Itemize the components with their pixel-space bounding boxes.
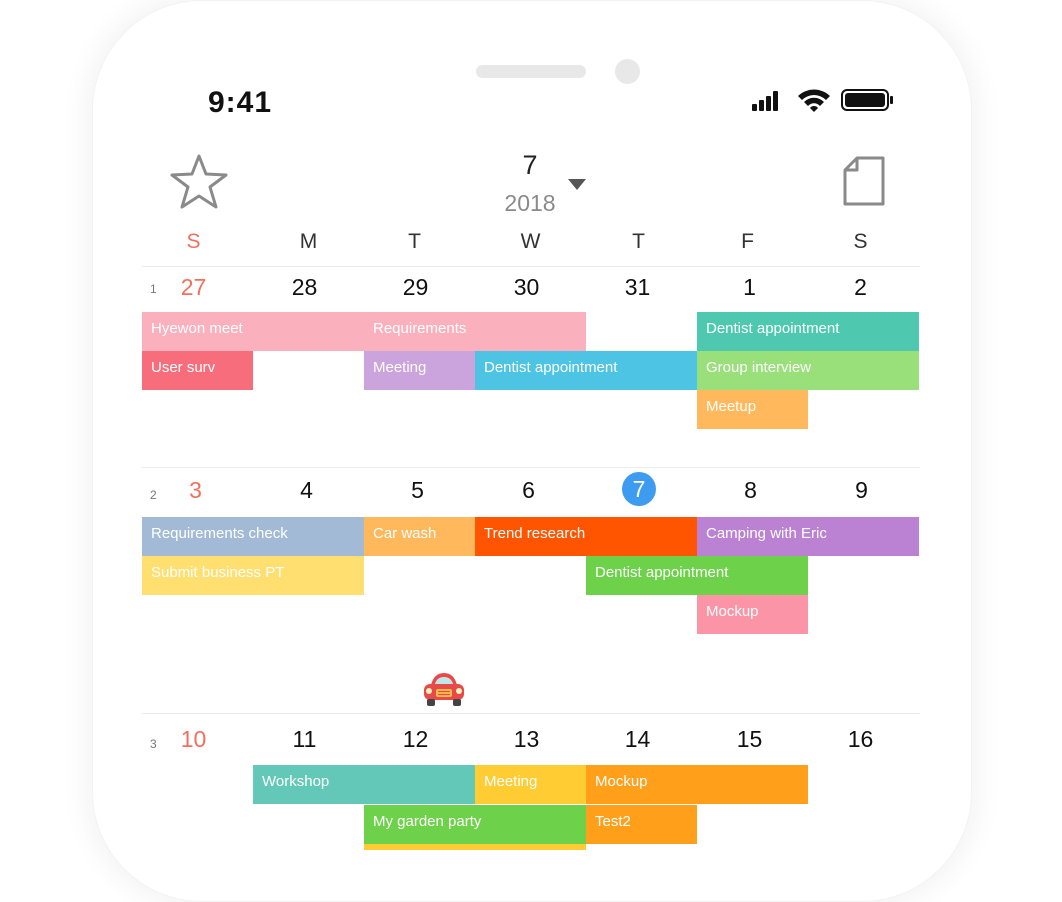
today-marker[interactable]: 7 <box>622 472 656 506</box>
document-icon[interactable] <box>843 156 885 206</box>
week-divider <box>142 467 920 468</box>
weekday-friday: F <box>741 230 754 253</box>
date-cell[interactable]: 15 <box>694 726 805 753</box>
event-my-garden-party[interactable]: My garden party <box>364 805 586 844</box>
week-divider <box>142 266 920 267</box>
weekday-tuesday: T <box>408 230 421 253</box>
wifi-icon <box>798 89 830 112</box>
date-cell[interactable]: 8 <box>695 477 806 504</box>
status-time: 9:41 <box>208 86 273 119</box>
battery-icon <box>841 89 893 111</box>
weekday-sunday: S <box>186 230 201 253</box>
status-icons <box>752 89 893 112</box>
date-cell[interactable]: 12 <box>360 726 471 753</box>
date-cell[interactable]: 4 <box>251 477 362 504</box>
event-mockup[interactable]: Mockup <box>697 595 808 634</box>
caret-down-icon[interactable] <box>566 176 588 192</box>
date-cell[interactable]: 5 <box>362 477 473 504</box>
date-cell[interactable]: 9 <box>806 477 917 504</box>
star-icon[interactable] <box>170 153 228 211</box>
event-hyewon-meet[interactable]: Hyewon meet <box>142 312 364 351</box>
car-icon <box>424 673 464 706</box>
event-requirements-check[interactable]: Requirements check <box>142 517 364 556</box>
week-divider <box>142 713 920 714</box>
event-workshop[interactable]: Workshop <box>253 765 475 804</box>
month-label[interactable]: 7 <box>500 150 560 181</box>
event-mockup[interactable]: Mockup <box>586 765 808 804</box>
date-cell[interactable]: 31 <box>582 274 693 301</box>
date-cell[interactable]: 27 <box>138 274 249 301</box>
event-user-survey[interactable]: User surv <box>142 351 253 390</box>
event-dentist-appointment[interactable]: Dentist appointment <box>586 556 808 595</box>
signal-icon <box>752 91 778 111</box>
year-label[interactable]: 2018 <box>490 190 570 217</box>
date-cell[interactable]: 16 <box>805 726 916 753</box>
event-trend-research[interactable]: Trend research <box>475 517 697 556</box>
date-cell[interactable]: 14 <box>582 726 693 753</box>
phone-speaker <box>476 65 586 78</box>
phone-camera <box>615 59 640 84</box>
date-cell[interactable]: 11 <box>249 726 360 753</box>
weekday-saturday: S <box>853 230 868 253</box>
event-group-interview[interactable]: Group interview <box>697 351 919 390</box>
date-cell[interactable]: 28 <box>249 274 360 301</box>
date-cell[interactable]: 30 <box>471 274 582 301</box>
event-dentist-appointment[interactable]: Dentist appointment <box>697 312 919 351</box>
event-test2[interactable]: Test2 <box>586 805 697 844</box>
date-cell[interactable]: 10 <box>138 726 249 753</box>
weekday-monday: M <box>299 230 318 253</box>
date-cell[interactable]: 6 <box>473 477 584 504</box>
weekday-wednesday: W <box>520 230 541 253</box>
event-meeting[interactable]: Meeting <box>475 765 586 804</box>
event-requirements[interactable]: Requirements <box>364 312 586 351</box>
date-cell[interactable]: 3 <box>140 477 251 504</box>
event-meeting[interactable]: Meeting <box>364 351 475 390</box>
event-meetup[interactable]: Meetup <box>697 390 808 429</box>
date-cell[interactable]: 1 <box>694 274 805 301</box>
date-cell[interactable]: 29 <box>360 274 471 301</box>
event-car-wash[interactable]: Car wash <box>364 517 475 556</box>
weekday-thursday: T <box>632 230 645 253</box>
date-cell[interactable]: 13 <box>471 726 582 753</box>
event-partial[interactable] <box>364 844 586 850</box>
event-submit-business-pt[interactable]: Submit business PT <box>142 556 364 595</box>
date-cell[interactable]: 2 <box>805 274 916 301</box>
event-dentist-appointment[interactable]: Dentist appointment <box>475 351 697 390</box>
event-camping-with-eric[interactable]: Camping with Eric <box>697 517 919 556</box>
